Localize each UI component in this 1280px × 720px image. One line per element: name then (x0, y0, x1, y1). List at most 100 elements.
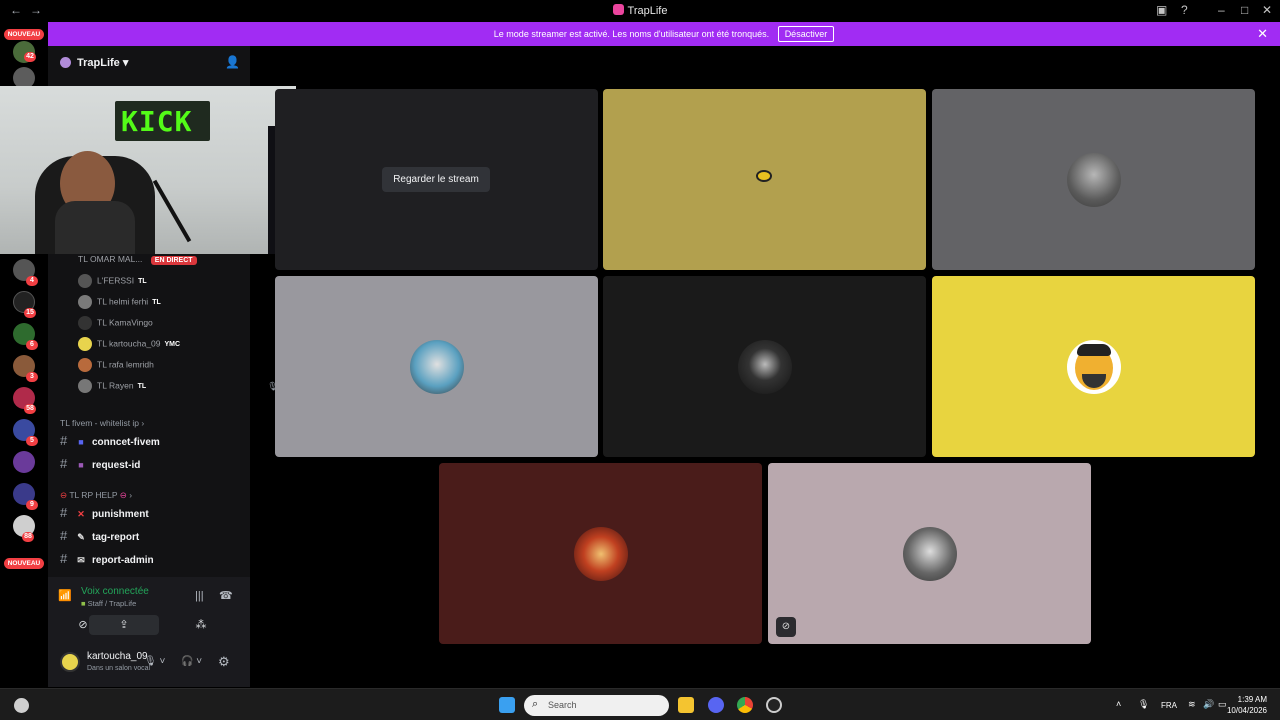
hash-icon: # (60, 528, 68, 543)
language-indicator[interactable]: FRA (1161, 701, 1177, 710)
role-tag: YMC (164, 341, 181, 349)
tray-mic-icon[interactable]: 🎙 (1138, 699, 1149, 710)
channel-conncet-fivem[interactable]: # ■ conncet-fivem (58, 431, 240, 451)
video-tile[interactable] (932, 89, 1255, 270)
avatar (573, 526, 628, 581)
username[interactable]: kartoucha_09 (87, 651, 148, 662)
help-icon[interactable]: ? (1181, 3, 1188, 17)
tray-chevron-icon[interactable]: ˄ (1116, 699, 1121, 709)
category-fivem[interactable]: TL fivem - whitelist ip › (60, 418, 144, 428)
server-badge: 88 (22, 532, 34, 542)
live-badge: EN DIRECT (150, 256, 197, 265)
channel-tag-report[interactable]: # ✎ tag-report (58, 526, 240, 546)
user-status: Dans un salon vocal (87, 665, 151, 672)
server-badge: 6 (26, 340, 38, 350)
server-badge: 9 (26, 500, 38, 510)
voice-user[interactable]: TL kartoucha_09 YMC (78, 337, 180, 355)
channel-report-admin[interactable]: # ✉ report-admin (58, 549, 240, 569)
video-tile[interactable] (603, 276, 926, 457)
voice-user-name: helmi ferhi (108, 296, 149, 307)
settings-gear-icon[interactable]: ⚙ (218, 654, 230, 670)
server-badge: 15 (24, 308, 36, 318)
role-tag: TL (138, 278, 147, 286)
wifi-icon[interactable]: ≋ (1188, 699, 1196, 710)
voice-user-name: kartoucha_09 (108, 338, 161, 349)
avatar (902, 526, 957, 581)
new-badge-top: NOUVEAU (4, 29, 44, 40)
server-badge: 58 (24, 404, 36, 414)
maximize-button[interactable]: □ (1241, 3, 1248, 17)
voice-user[interactable]: TL rafa lemridh (78, 358, 154, 376)
disable-streamer-mode-button[interactable]: Désactiver (777, 26, 835, 42)
role-tag: TL (137, 383, 147, 391)
voice-user-name: OMAR MAL... (89, 254, 143, 264)
channel-emoji-icon: ■ (78, 437, 84, 447)
role-tag: TL (152, 299, 161, 307)
microphone-icon[interactable]: 🎙 ˅ (144, 656, 165, 667)
activities-button[interactable]: ⁂ (166, 615, 236, 635)
watch-stream-button[interactable]: Regarder le stream (382, 167, 490, 192)
video-tile[interactable] (932, 276, 1255, 457)
banner-message: Le mode streamer est activé. Les noms d'… (493, 29, 770, 39)
system-clock[interactable]: 1:39 AM 10/04/2026 (1227, 694, 1267, 716)
close-banner-icon[interactable]: ✕ (1257, 22, 1268, 46)
noise-suppression-icon[interactable]: ||| (195, 590, 204, 602)
webcam-overlay[interactable]: KICK (0, 86, 296, 254)
server-badge: 3 (26, 372, 38, 382)
kick-sign: KICK (115, 101, 210, 141)
app-title: TrapLife (627, 5, 668, 17)
channel-punishment[interactable]: # ✕ punishment (58, 503, 240, 523)
avatar (1066, 339, 1121, 394)
headphones-icon[interactable]: 🎧 ˅ (181, 656, 202, 667)
discord-icon[interactable] (708, 697, 724, 713)
voice-user[interactable]: L'FERSSI TL (78, 274, 147, 292)
muted-mic-icon: ⊘ (776, 617, 796, 637)
inbox-icon[interactable]: ▣ (1156, 3, 1167, 17)
minimize-button[interactable]: – (1218, 3, 1225, 17)
file-explorer-icon[interactable] (678, 697, 694, 713)
user-avatar[interactable] (60, 652, 80, 672)
video-tile[interactable] (439, 463, 762, 644)
steam-icon[interactable] (766, 697, 782, 713)
widgets-icon[interactable] (14, 698, 29, 713)
server-badge: 5 (26, 436, 38, 446)
category-rp-help[interactable]: ⊖ TL RP HELP ⊖ › (60, 490, 132, 501)
chevron-down-icon: ▾ (122, 57, 129, 69)
video-tile[interactable]: ⊘ (768, 463, 1091, 644)
volume-icon[interactable]: 🔊 (1203, 699, 1214, 710)
avatar (78, 274, 92, 288)
window-titlebar: ← → TrapLife ▣ ? – □ ✕ (0, 0, 1280, 21)
close-window-button[interactable]: ✕ (1262, 3, 1272, 17)
channel-request-id[interactable]: # ■ request-id (58, 454, 240, 474)
windows-taskbar: ⌕ Search ˄ 🎙 FRA ≋ 🔊 ▭ 1:39 AM 10/04/202… (0, 688, 1280, 720)
hash-icon: # (60, 551, 68, 566)
avatar (78, 295, 92, 309)
voice-user[interactable]: TL KamaVingo (78, 316, 153, 334)
signal-icon: 📶 (58, 590, 72, 602)
voice-user[interactable]: TL helmi ferhi TL (78, 295, 161, 313)
avatar (737, 339, 792, 394)
server-badge: 4 (26, 276, 38, 286)
hash-icon: # (60, 505, 68, 520)
taskbar-search[interactable]: ⌕ Search (524, 695, 669, 716)
voice-user[interactable]: TL Rayen TL 🎙 (78, 379, 278, 397)
add-member-icon[interactable]: 👤 (225, 55, 240, 69)
screen-share-button[interactable]: ⇪ (89, 615, 159, 635)
streamer-mode-banner: Le mode streamer est activé. Les noms d'… (48, 22, 1280, 46)
chrome-icon[interactable] (737, 697, 753, 713)
voice-user-name: Rayen (108, 380, 134, 391)
video-tile[interactable] (603, 89, 926, 270)
disconnect-icon[interactable]: ☎ (219, 589, 233, 602)
guild-header[interactable]: TrapLife ▾ 👤 (48, 46, 250, 78)
voice-channel-path: ■ Staff / TrapLife (81, 599, 137, 608)
start-icon[interactable] (499, 697, 515, 713)
avatar (409, 339, 464, 394)
cross-icon: ✕ (77, 509, 85, 519)
server-badge: 42 (24, 52, 36, 62)
battery-icon[interactable]: ▭ (1218, 699, 1227, 710)
video-tile[interactable] (275, 276, 598, 457)
streamer-body (55, 201, 135, 254)
voice-user[interactable]: TL OMAR MAL... EN DIRECT (78, 254, 197, 272)
server-icon[interactable] (13, 451, 35, 473)
envelope-icon: ✉ (77, 555, 85, 565)
